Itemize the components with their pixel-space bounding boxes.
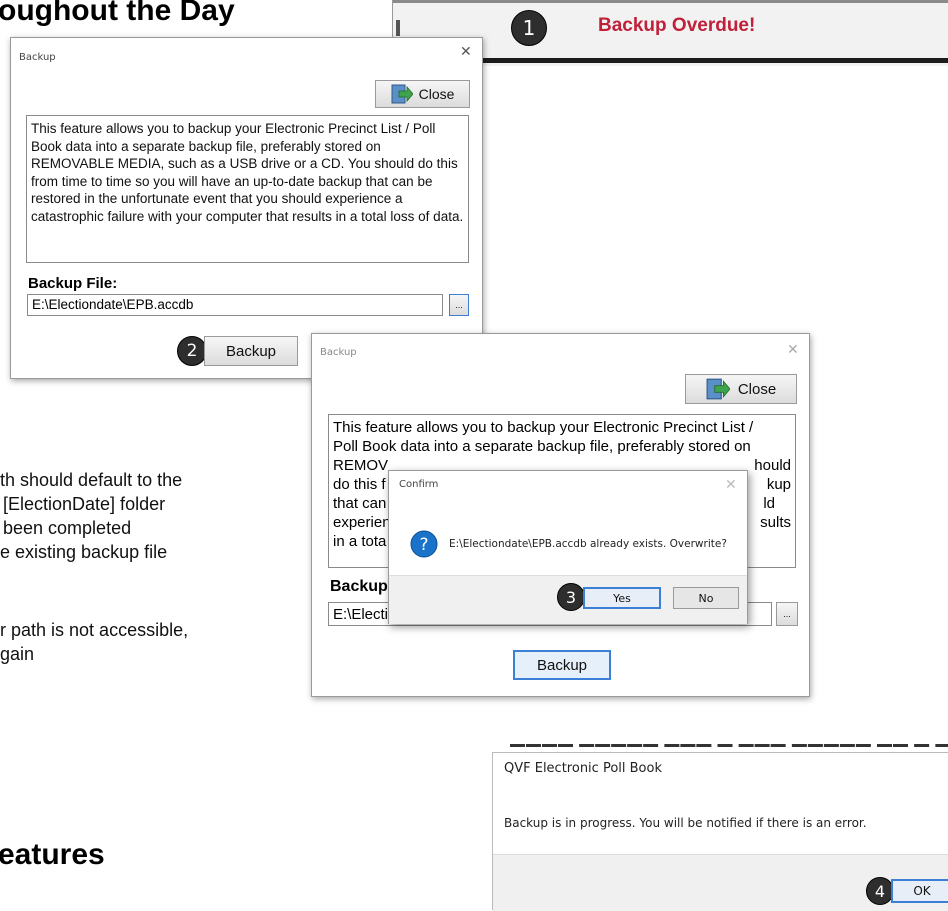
obscured-text-fragment: ▬▬▬▬ ▬▬▬▬▬ ▬▬▬ ▬ ▬▬▬ ▬▬▬▬▬ ▬▬ ▬ ▬▬ <box>510 744 948 750</box>
step-badge-3: 3 <box>557 583 585 611</box>
browse-button[interactable]: ... <box>776 602 798 626</box>
info-title: QVF Electronic Poll Book <box>504 761 662 776</box>
close-button-label: Close <box>737 380 777 398</box>
svg-text:?: ? <box>419 535 428 555</box>
dialog-title: Backup <box>19 52 56 63</box>
confirm-dialog: Confirm ✕ ? E:\Electiondate\EPB.accdb al… <box>388 470 748 624</box>
backup-button[interactable]: Backup <box>513 650 611 680</box>
description-text: This feature allows you to backup your E… <box>26 115 469 263</box>
confirm-close-x-icon[interactable]: ✕ <box>725 477 737 493</box>
backup-file-label: Backup File: <box>28 275 118 292</box>
dialog-title: Backup <box>320 347 357 358</box>
backup-file-label: Backup <box>330 578 388 595</box>
slide-body-text-2: r path is not accessible, gain <box>0 620 189 664</box>
backup-file-input[interactable]: E:\Electiondate\EPB.accdb <box>27 294 443 316</box>
dialog-close-x-icon[interactable]: ✕ <box>460 44 472 60</box>
close-button[interactable]: Close <box>375 80 470 108</box>
close-button[interactable]: Close <box>685 374 797 404</box>
no-button[interactable]: No <box>673 587 739 609</box>
slide-heading-top: oughout the Day <box>0 0 235 27</box>
ok-button[interactable]: OK <box>891 879 948 903</box>
step-badge-1: 1 <box>511 10 547 46</box>
close-button-label: Close <box>418 86 455 102</box>
slide-body-text: th should default to the [ElectionDate] … <box>0 470 183 562</box>
info-message: Backup is in progress. You will be notif… <box>504 816 867 830</box>
step-badge-4: 4 <box>866 877 894 905</box>
backup-dialog: Backup ✕ Close This feature allows you t… <box>10 37 483 379</box>
green-door-arrow-icon <box>391 84 413 104</box>
slide-heading-bottom: eatures <box>0 838 105 871</box>
yes-button[interactable]: Yes <box>583 587 661 609</box>
backup-button[interactable]: Backup <box>204 336 298 366</box>
banner-title: Backup Overdue! <box>598 15 756 36</box>
dialog-close-x-icon[interactable]: ✕ <box>787 342 799 358</box>
browse-button[interactable]: ... <box>449 294 469 316</box>
question-mark-icon: ? <box>410 530 438 558</box>
confirm-title: Confirm <box>399 479 439 490</box>
confirm-message: E:\Electiondate\EPB.accdb already exists… <box>449 538 727 550</box>
info-dialog: QVF Electronic Poll Book Backup is in pr… <box>492 752 948 911</box>
step-badge-2: 2 <box>177 336 207 366</box>
green-door-arrow-icon <box>706 378 730 400</box>
